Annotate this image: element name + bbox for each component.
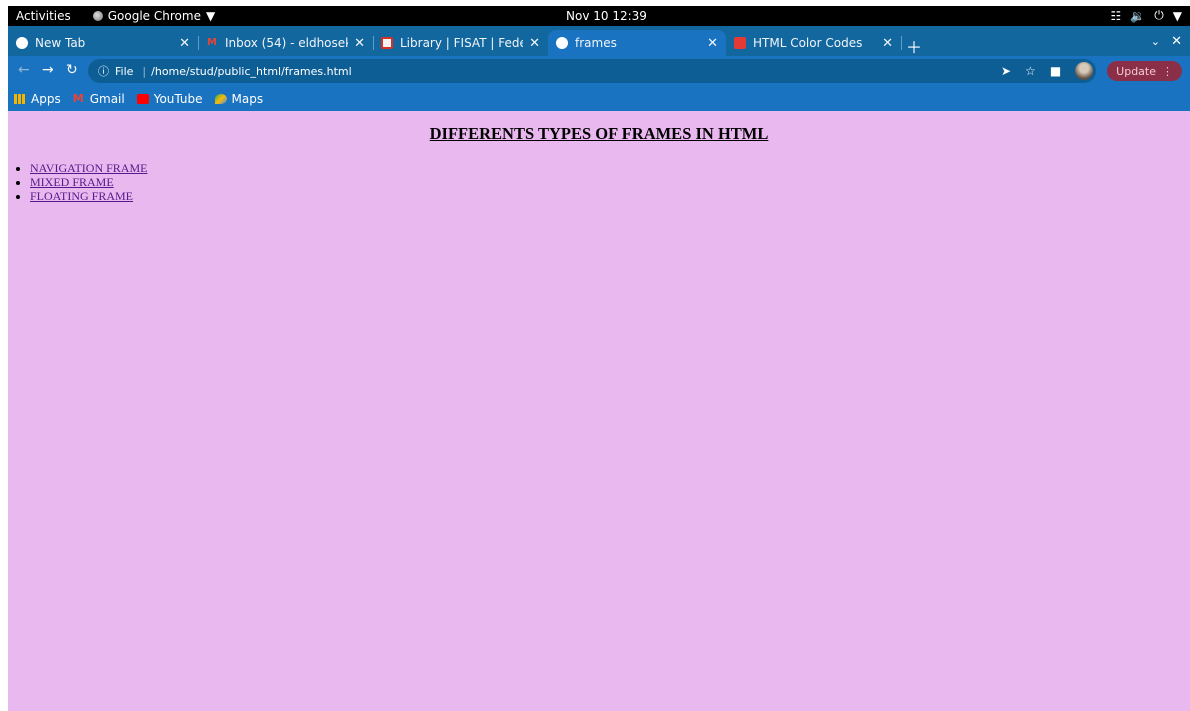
tab-title: HTML Color Codes bbox=[753, 36, 863, 50]
reload-icon[interactable]: ↻ bbox=[66, 62, 78, 78]
address-divider: | bbox=[142, 64, 147, 78]
browser-toolbar: ← → ↻ ⓘ File | /home/stud/public_html/fr… bbox=[8, 56, 1190, 86]
list-item: MIXED FRAME bbox=[30, 175, 147, 189]
tab-close-icon[interactable]: ✕ bbox=[529, 36, 540, 51]
library-icon bbox=[381, 37, 393, 49]
page-content: DIFFERENTS TYPES OF FRAMES IN HTML NAVIG… bbox=[8, 111, 1190, 711]
system-tray[interactable]: ☷ 🔉 ⏻ ▼ bbox=[1111, 8, 1182, 23]
address-bar[interactable]: ⓘ File | /home/stud/public_html/frames.h… bbox=[88, 59, 1096, 83]
floating-frame-link[interactable]: FLOATING FRAME bbox=[30, 189, 133, 203]
chrome-app-icon bbox=[92, 11, 103, 21]
tab-strip: New Tab ✕ M Inbox (54) - eldhosekurian ✕… bbox=[8, 26, 1190, 58]
chrome-icon bbox=[556, 37, 568, 49]
browser-chrome: New Tab ✕ M Inbox (54) - eldhosekurian ✕… bbox=[8, 26, 1190, 111]
tab-inbox[interactable]: M Inbox (54) - eldhosekurian ✕ bbox=[198, 30, 374, 56]
gmail-icon: M bbox=[72, 91, 84, 105]
system-top-bar: Activities Google Chrome ▼ Nov 10 12:39 … bbox=[8, 6, 1190, 26]
tab-close-icon[interactable]: ✕ bbox=[882, 36, 893, 51]
navigation-frame-link[interactable]: NAVIGATION FRAME bbox=[30, 161, 147, 175]
bookmark-label: Gmail bbox=[89, 91, 125, 106]
new-tab-plus-icon[interactable]: ＋ bbox=[906, 34, 922, 58]
colorcodes-icon bbox=[734, 37, 746, 49]
back-arrow-icon[interactable]: ← bbox=[18, 62, 30, 78]
chrome-icon bbox=[16, 37, 28, 49]
forward-arrow-icon[interactable]: → bbox=[42, 62, 54, 78]
bookmark-label: Maps bbox=[231, 91, 264, 106]
tray-menu-arrow-icon[interactable]: ▼ bbox=[1173, 9, 1182, 23]
page-heading: DIFFERENTS TYPES OF FRAMES IN HTML bbox=[429, 124, 769, 143]
gmail-icon: M bbox=[207, 37, 217, 48]
tab-close-icon[interactable]: ✕ bbox=[354, 36, 365, 51]
tab-new-tab[interactable]: New Tab ✕ bbox=[8, 30, 199, 56]
maps-icon bbox=[214, 93, 227, 104]
clock[interactable]: Nov 10 12:39 bbox=[566, 9, 647, 23]
bookmark-star-icon[interactable]: ☆ bbox=[1025, 64, 1036, 78]
tab-close-icon[interactable]: ✕ bbox=[179, 36, 190, 51]
more-menu-icon: ⋮ bbox=[1162, 64, 1173, 78]
bookmark-youtube[interactable]: YouTube bbox=[136, 91, 203, 106]
bookmark-apps[interactable]: Apps bbox=[14, 92, 61, 106]
send-icon[interactable]: ➤ bbox=[1001, 64, 1011, 78]
tab-search-chevron-icon[interactable]: ⌄ bbox=[1151, 35, 1160, 48]
bookmark-maps[interactable]: Maps bbox=[214, 91, 264, 106]
toolbar-actions: ➤ ☆ ■ Update ⋮ bbox=[1001, 61, 1182, 81]
list-item: NAVIGATION FRAME bbox=[30, 161, 147, 175]
tab-html-color-codes[interactable]: HTML Color Codes ✕ bbox=[726, 30, 902, 56]
tab-close-icon[interactable]: ✕ bbox=[707, 36, 718, 51]
youtube-icon bbox=[136, 93, 149, 104]
apps-grid-icon bbox=[14, 93, 26, 104]
window-close-icon[interactable]: ✕ bbox=[1171, 34, 1182, 49]
update-label: Update bbox=[1116, 64, 1156, 78]
app-menu-label: Google Chrome bbox=[107, 9, 201, 23]
volume-icon[interactable]: 🔉 bbox=[1130, 9, 1145, 23]
bookmark-gmail[interactable]: M Gmail bbox=[73, 92, 125, 106]
profile-avatar[interactable] bbox=[1075, 62, 1094, 80]
bookmark-label: Apps bbox=[31, 91, 61, 106]
bookmark-label: YouTube bbox=[153, 91, 203, 106]
bookmarks-bar: Apps M Gmail YouTube Maps bbox=[8, 86, 1190, 111]
tab-frames[interactable]: frames ✕ bbox=[548, 30, 726, 56]
address-scheme: File bbox=[115, 64, 134, 78]
tab-title: Inbox (54) - eldhosekurian bbox=[225, 36, 348, 50]
tab-title: Library | FISAT | Federal I bbox=[400, 36, 523, 50]
app-menu[interactable]: Google Chrome ▼ bbox=[92, 9, 216, 23]
tab-title: frames bbox=[575, 36, 617, 50]
address-path: /home/stud/public_html/frames.html bbox=[151, 64, 352, 78]
site-info-icon[interactable]: ⓘ bbox=[98, 63, 109, 79]
tab-library[interactable]: Library | FISAT | Federal I ✕ bbox=[373, 30, 548, 56]
update-button[interactable]: Update ⋮ bbox=[1107, 61, 1182, 81]
desktop-frame: Activities Google Chrome ▼ Nov 10 12:39 … bbox=[8, 6, 1190, 711]
activities-button[interactable]: Activities bbox=[16, 9, 71, 23]
side-panel-icon[interactable]: ■ bbox=[1050, 64, 1061, 78]
network-icon[interactable]: ☷ bbox=[1111, 9, 1122, 23]
mixed-frame-link[interactable]: MIXED FRAME bbox=[30, 175, 114, 189]
power-icon[interactable]: ⏻ bbox=[1154, 8, 1164, 23]
app-menu-arrow-icon: ▼ bbox=[205, 9, 216, 23]
list-item: FLOATING FRAME bbox=[30, 189, 147, 203]
frames-link-list: NAVIGATION FRAME MIXED FRAME FLOATING FR… bbox=[30, 161, 147, 203]
tab-title: New Tab bbox=[35, 36, 86, 50]
tab-separator bbox=[901, 36, 902, 50]
